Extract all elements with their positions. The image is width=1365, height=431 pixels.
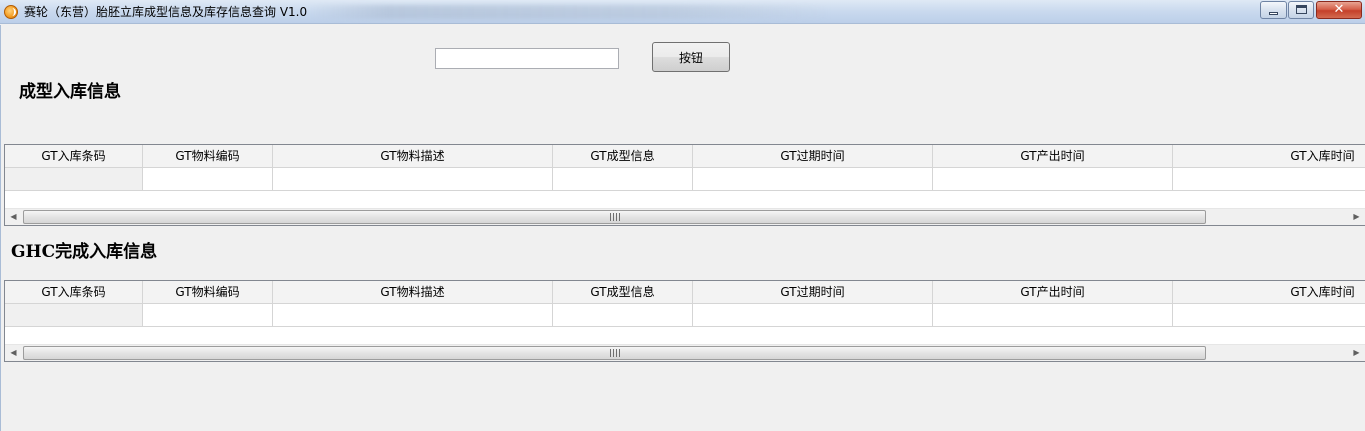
row-header-cell[interactable] [5,304,143,327]
table-cell[interactable] [933,168,1173,191]
table-row[interactable] [5,168,1365,191]
column-header[interactable]: GT物料描述 [273,145,553,168]
scroll-thumb[interactable] [23,210,1206,224]
scroll-right-icon[interactable]: ▶ [1348,209,1365,225]
grip-icon [609,349,620,357]
close-button[interactable]: ✕ [1316,1,1362,19]
minimize-button[interactable] [1260,1,1287,19]
table-cell[interactable] [1173,304,1365,327]
molding-inbound-grid[interactable]: GT入库条码 GT物料编码 GT物料描述 GT成型信息 GT过期时间 GT产出时… [4,144,1365,226]
column-header[interactable]: GT物料编码 [143,145,273,168]
column-header[interactable]: GT产出时间 [933,281,1173,304]
table-cell[interactable] [273,168,553,191]
client-area: 按钮 成型入库信息 GT入库条码 GT物料编码 GT物料描述 GT成型信息 GT… [0,25,1365,431]
table-cell[interactable] [273,304,553,327]
maximize-button[interactable] [1288,1,1314,19]
blurred-taskbar-region [310,5,830,19]
scroll-left-icon[interactable]: ◀ [5,345,22,361]
section-title-ghc-inbound: GHC完成入库信息 [11,242,158,262]
column-header[interactable]: GT入库条码 [5,145,143,168]
row-header-cell[interactable] [5,168,143,191]
search-input[interactable] [435,48,619,69]
scroll-left-icon[interactable]: ◀ [5,209,22,225]
column-header[interactable]: GT成型信息 [553,145,693,168]
query-button[interactable]: 按钮 [652,42,730,72]
column-header[interactable]: GT成型信息 [553,281,693,304]
column-header[interactable]: GT物料描述 [273,281,553,304]
column-header[interactable]: GT入库时间 [1173,145,1365,168]
table-cell[interactable] [693,304,933,327]
horizontal-scrollbar[interactable]: ◀ ▶ [5,208,1365,225]
table-cell[interactable] [143,304,273,327]
table-cell[interactable] [553,168,693,191]
table-cell[interactable] [553,304,693,327]
scroll-thumb[interactable] [23,346,1206,360]
section-title-molding-inbound: 成型入库信息 [19,82,121,102]
column-header[interactable]: GT入库条码 [5,281,143,304]
ghc-inbound-grid[interactable]: GT入库条码 GT物料编码 GT物料描述 GT成型信息 GT过期时间 GT产出时… [4,280,1365,362]
table-cell[interactable] [1173,168,1365,191]
grid-header-row: GT入库条码 GT物料编码 GT物料描述 GT成型信息 GT过期时间 GT产出时… [5,281,1365,304]
table-row[interactable] [5,304,1365,327]
column-header[interactable]: GT产出时间 [933,145,1173,168]
maximize-icon [1296,5,1307,14]
app-icon [4,5,18,19]
grid-header-row: GT入库条码 GT物料编码 GT物料描述 GT成型信息 GT过期时间 GT产出时… [5,145,1365,168]
table-cell[interactable] [143,168,273,191]
table-cell[interactable] [693,168,933,191]
minimize-icon [1269,12,1278,15]
column-header[interactable]: GT过期时间 [693,281,933,304]
column-header[interactable]: GT入库时间 [1173,281,1365,304]
column-header[interactable]: GT物料编码 [143,281,273,304]
grip-icon [609,213,620,221]
table-cell[interactable] [933,304,1173,327]
scroll-right-icon[interactable]: ▶ [1348,345,1365,361]
close-icon: ✕ [1333,2,1345,17]
title-bar[interactable]: 赛轮（东营）胎胚立库成型信息及库存信息查询 V1.0 ✕ [0,0,1365,24]
window-title: 赛轮（东营）胎胚立库成型信息及库存信息查询 V1.0 [24,5,308,19]
column-header[interactable]: GT过期时间 [693,145,933,168]
horizontal-scrollbar[interactable]: ◀ ▶ [5,344,1365,361]
